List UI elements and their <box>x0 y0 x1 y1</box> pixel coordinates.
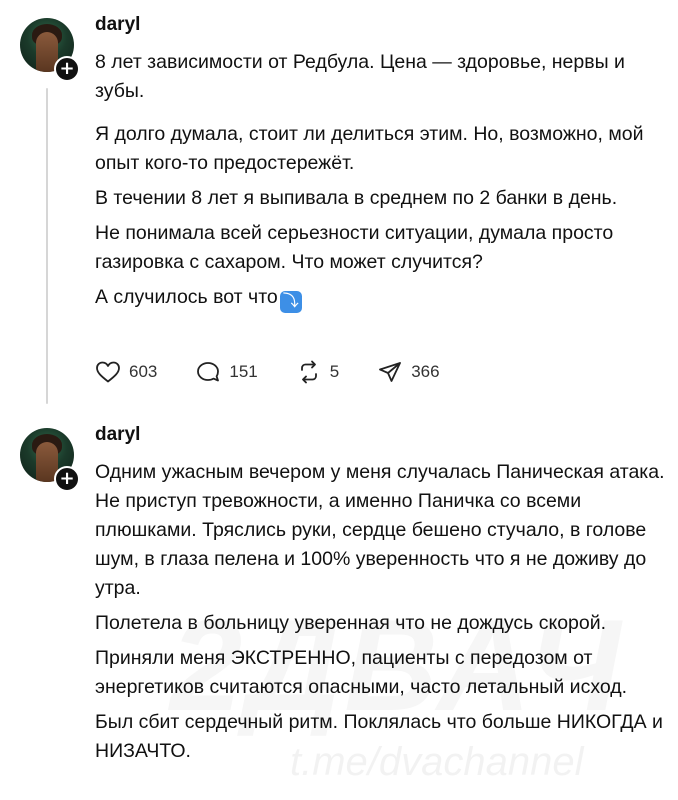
post-paragraph: Приняли меня ЭКСТРЕННО, пациенты с перед… <box>95 647 628 698</box>
share-button[interactable]: 366 <box>377 360 440 384</box>
repost-button[interactable]: 5 <box>296 360 339 384</box>
heart-icon <box>96 361 120 383</box>
share-count: 366 <box>411 362 440 381</box>
arrow-down-emoji-icon: ⤵ <box>279 291 302 313</box>
comment-button[interactable]: 151 <box>195 360 258 384</box>
comment-icon <box>197 362 220 382</box>
post-paragraph: Не понимала всей серьезности ситуации, д… <box>95 222 614 273</box>
post-paragraph: В течении 8 лет я выпивала в среднем по … <box>95 187 618 209</box>
post-paragraph-last: А случилось вот что ⤵ <box>95 283 665 313</box>
post-paragraph: Был сбит сердечный ритм. Поклялась что б… <box>95 711 663 762</box>
avatar[interactable]: + <box>20 428 80 492</box>
post-text: 8 лет зависимости от Редбула. Цена — здо… <box>95 48 665 319</box>
follow-plus-icon[interactable]: + <box>54 466 80 492</box>
post-actions: 603 151 5 366 <box>95 360 478 384</box>
follow-plus-icon[interactable]: + <box>54 56 80 82</box>
repost-icon <box>300 360 317 384</box>
like-button[interactable]: 603 <box>95 360 157 384</box>
post-paragraph: Я долго думала, стоит ли делиться этим. … <box>95 123 644 174</box>
share-icon <box>379 362 402 382</box>
repost-count: 5 <box>329 362 340 381</box>
post-paragraph: Полетела в больницу уверенная что не дож… <box>95 612 607 634</box>
comment-count: 151 <box>229 362 258 381</box>
post-paragraph: 8 лет зависимости от Редбула. Цена — здо… <box>95 51 625 102</box>
post-paragraph: Одним ужасным вечером у меня случалась П… <box>95 461 665 599</box>
post-username[interactable]: daryl <box>95 14 140 36</box>
post-text: Одним ужасным вечером у меня случалась П… <box>95 458 665 772</box>
avatar[interactable]: + <box>20 18 80 82</box>
post-paragraph-text: А случилось вот что <box>95 286 278 308</box>
like-count: 603 <box>129 362 158 381</box>
post-username[interactable]: daryl <box>95 424 140 446</box>
thread-connector-line <box>46 88 48 404</box>
